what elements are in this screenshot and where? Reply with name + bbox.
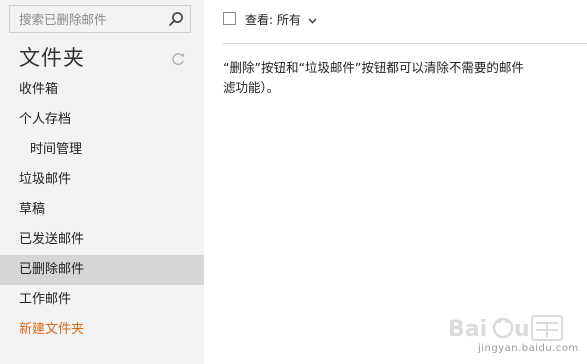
svg-text:u: u (514, 317, 530, 342)
search-icon (169, 12, 183, 26)
folder-personal-archive[interactable]: 个人存档 (0, 105, 204, 135)
folder-list: 收件箱 个人存档 时间管理 垃圾邮件 草稿 已发送邮件 已删除邮件 工作邮件 新… (0, 75, 204, 345)
search-box (9, 5, 191, 33)
folder-junk[interactable]: 垃圾邮件 (0, 165, 204, 195)
folder-sent[interactable]: 已发送邮件 (0, 225, 204, 255)
chevron-down-icon (308, 18, 317, 24)
view-filter-dropdown[interactable]: 查看: 所有 (245, 11, 317, 28)
select-all-checkbox[interactable] (223, 12, 236, 25)
search-input[interactable] (10, 6, 169, 32)
new-folder-link[interactable]: 新建文件夹 (0, 315, 204, 345)
svg-text:Bai: Bai (448, 317, 487, 342)
view-filter-label: 查看: 所有 (245, 13, 301, 27)
folder-inbox[interactable]: 收件箱 (0, 75, 204, 105)
folder-drafts[interactable]: 草稿 (0, 195, 204, 225)
folder-time-management[interactable]: 时间管理 (0, 135, 204, 165)
watermark-url: jingyan.baidu.com (478, 343, 579, 354)
folders-title: 文件夹 (19, 46, 85, 70)
folder-deleted[interactable]: 已删除邮件 (0, 255, 204, 285)
folder-work[interactable]: 工作邮件 (0, 285, 204, 315)
folder-sidebar: 文件夹 收件箱 个人存档 时间管理 垃圾邮件 草稿 已发送邮件 已删除邮件 工作… (0, 0, 204, 364)
message-line-1: “删除”按钮和“垃圾邮件”按钮都可以清除不需要的邮件 (223, 60, 524, 75)
toolbar-divider (223, 43, 587, 44)
message-line-2: 滤功能）。 (223, 80, 280, 95)
empty-folder-message: “删除”按钮和“垃圾邮件”按钮都可以清除不需要的邮件 滤功能）。 (223, 58, 587, 102)
refresh-icon[interactable] (170, 51, 186, 67)
search-button[interactable] (162, 6, 190, 32)
